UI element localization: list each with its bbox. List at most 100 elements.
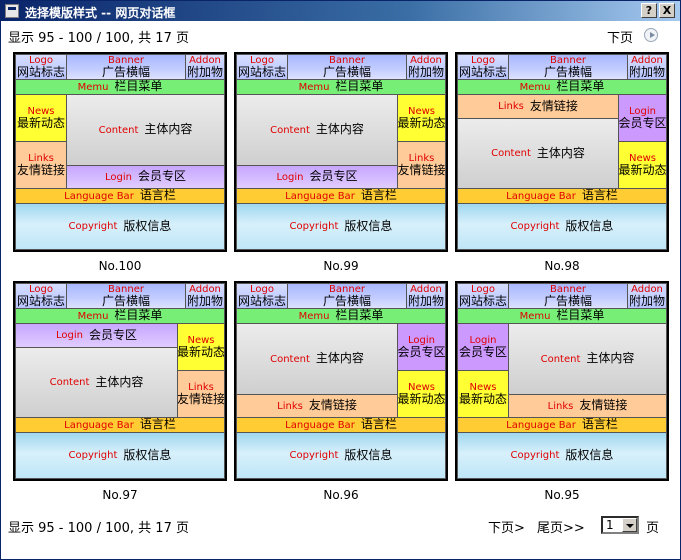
last-page-link[interactable]: 尾页>> bbox=[537, 517, 585, 536]
block-cn-label: 友情链接 bbox=[529, 98, 578, 113]
language-bar-block: Language Bar 语言栏 bbox=[15, 188, 225, 204]
template-card[interactable]: Logo 网站标志 Banner 广告横幅 Addon 附加物 Memu 栏目菜单 Lo… bbox=[13, 281, 227, 502]
block-en-label: Content bbox=[491, 148, 531, 159]
block-en-label: Language Bar bbox=[64, 190, 134, 202]
block-cn-label: 友情链接 bbox=[16, 162, 65, 177]
block-cn-label: 主体内容 bbox=[586, 351, 635, 366]
title-bar[interactable]: 选择模版样式 -- 网页对话框 ? X bbox=[1, 1, 680, 21]
block-cn-label: 语言栏 bbox=[139, 417, 176, 432]
help-button[interactable]: ? bbox=[641, 3, 657, 18]
news-block: News 最新动态 bbox=[397, 370, 446, 418]
block-cn-label: 语言栏 bbox=[139, 188, 176, 203]
block-cn-label: 版权信息 bbox=[123, 218, 172, 233]
template-card[interactable]: Logo 网站标志 Banner 广告横幅 Addon 附加物 Memu 栏目菜单 Li… bbox=[455, 52, 669, 273]
page-select[interactable]: 1 bbox=[601, 516, 639, 534]
block-cn-label: 最新动态 bbox=[177, 344, 225, 359]
block-cn-label: 附加物 bbox=[628, 64, 665, 79]
addon-block: Addon 附加物 bbox=[627, 54, 667, 80]
block-en-label: Login bbox=[56, 330, 83, 341]
block-cn-label: 广告横幅 bbox=[322, 293, 371, 308]
block-en-label: Copyright bbox=[510, 450, 560, 461]
block-cn-label: 会员专区 bbox=[618, 115, 667, 130]
block-cn-label: 广告横幅 bbox=[543, 293, 592, 308]
block-cn-label: 附加物 bbox=[186, 293, 223, 308]
next-arrow-icon[interactable] bbox=[644, 28, 658, 42]
block-en-label: Memu bbox=[519, 81, 551, 93]
template-thumbnail[interactable]: Logo 网站标志 Banner 广告横幅 Addon 附加物 Memu 栏目菜单 Co… bbox=[234, 281, 448, 481]
links-block: Links 友情链接 bbox=[177, 370, 225, 418]
block-cn-label: 附加物 bbox=[407, 64, 444, 79]
copyright-block: Copyright 版权信息 bbox=[15, 432, 225, 479]
block-cn-label: 版权信息 bbox=[565, 218, 614, 233]
block-cn-label: 语言栏 bbox=[360, 417, 397, 432]
block-cn-label: 最新动态 bbox=[618, 162, 667, 177]
template-card[interactable]: Logo 网站标志 Banner 广告横幅 Addon 附加物 Memu 栏目菜单 Ne… bbox=[13, 52, 227, 273]
news-block: News 最新动态 bbox=[15, 94, 67, 142]
template-label[interactable]: No.95 bbox=[455, 488, 669, 502]
block-cn-label: 附加物 bbox=[186, 64, 223, 79]
logo-block: Logo 网站标志 bbox=[457, 283, 509, 309]
template-label[interactable]: No.99 bbox=[234, 259, 448, 273]
block-cn-label: 栏目菜单 bbox=[556, 79, 605, 94]
copyright-block: Copyright 版权信息 bbox=[15, 203, 225, 250]
template-thumbnail[interactable]: Logo 网站标志 Banner 广告横幅 Addon 附加物 Memu 栏目菜单 Co… bbox=[234, 52, 448, 252]
block-en-label: Content bbox=[270, 353, 310, 365]
addon-block: Addon 附加物 bbox=[185, 283, 225, 309]
next-page-link-top[interactable]: 下页 bbox=[607, 27, 633, 46]
addon-block: Addon 附加物 bbox=[627, 283, 667, 309]
block-en-label: Memu bbox=[77, 81, 109, 93]
copyright-block: Copyright 版权信息 bbox=[236, 432, 446, 479]
block-cn-label: 网站标志 bbox=[237, 64, 286, 79]
dropdown-arrow-icon[interactable] bbox=[622, 518, 637, 532]
template-thumbnail[interactable]: Logo 网站标志 Banner 广告横幅 Addon 附加物 Memu 栏目菜单 Ne… bbox=[13, 52, 227, 252]
block-cn-label: 友情链接 bbox=[177, 391, 225, 406]
login-block: Login 会员专区 bbox=[236, 165, 398, 189]
template-card[interactable]: Logo 网站标志 Banner 广告横幅 Addon 附加物 Memu 栏目菜单 Lo… bbox=[455, 281, 669, 502]
menu-block: Memu 栏目菜单 bbox=[457, 79, 667, 95]
logo-block: Logo 网站标志 bbox=[15, 283, 67, 309]
login-block: Login 会员专区 bbox=[15, 323, 178, 348]
block-cn-label: 友情链接 bbox=[397, 162, 446, 177]
block-en-label: Content bbox=[270, 124, 310, 136]
block-cn-label: 最新动态 bbox=[397, 391, 446, 406]
news-block: News 最新动态 bbox=[618, 141, 667, 189]
content-block: Content 主体内容 bbox=[457, 118, 619, 189]
login-block: Login 会员专区 bbox=[618, 94, 667, 142]
next-page-link[interactable]: 下页> bbox=[488, 517, 525, 536]
block-cn-label: 友情链接 bbox=[308, 398, 357, 413]
template-thumbnail[interactable]: Logo 网站标志 Banner 广告横幅 Addon 附加物 Memu 栏目菜单 Lo… bbox=[455, 281, 669, 481]
window-icon bbox=[5, 4, 19, 18]
block-cn-label: 最新动态 bbox=[16, 115, 65, 130]
addon-block: Addon 附加物 bbox=[406, 54, 446, 80]
banner-block: Banner 广告横幅 bbox=[508, 283, 628, 309]
template-thumbnail[interactable]: Logo 网站标志 Banner 广告横幅 Addon 附加物 Memu 栏目菜单 Li… bbox=[455, 52, 669, 252]
template-card[interactable]: Logo 网站标志 Banner 广告横幅 Addon 附加物 Memu 栏目菜单 Co… bbox=[234, 281, 448, 502]
menu-block: Memu 栏目菜单 bbox=[15, 79, 225, 95]
menu-block: Memu 栏目菜单 bbox=[457, 308, 667, 324]
menu-block: Memu 栏目菜单 bbox=[236, 308, 446, 324]
block-cn-label: 语言栏 bbox=[581, 188, 618, 203]
language-bar-block: Language Bar 语言栏 bbox=[236, 417, 446, 433]
close-button[interactable]: X bbox=[659, 3, 675, 18]
block-cn-label: 栏目菜单 bbox=[335, 308, 384, 323]
block-en-label: Memu bbox=[298, 81, 330, 93]
content-block: Content 主体内容 bbox=[236, 94, 398, 166]
content-block: Content 主体内容 bbox=[15, 347, 178, 418]
template-label[interactable]: No.96 bbox=[234, 488, 448, 502]
banner-block: Banner 广告横幅 bbox=[66, 283, 186, 309]
block-cn-label: 网站标志 bbox=[16, 293, 65, 308]
block-cn-label: 版权信息 bbox=[344, 218, 393, 233]
template-card[interactable]: Logo 网站标志 Banner 广告横幅 Addon 附加物 Memu 栏目菜单 Co… bbox=[234, 52, 448, 273]
block-cn-label: 网站标志 bbox=[458, 293, 507, 308]
template-label[interactable]: No.100 bbox=[13, 259, 227, 273]
template-label[interactable]: No.98 bbox=[455, 259, 669, 273]
block-en-label: Language Bar bbox=[285, 419, 355, 431]
block-cn-label: 主体内容 bbox=[144, 122, 193, 137]
block-cn-label: 版权信息 bbox=[344, 447, 393, 462]
block-en-label: Copyright bbox=[68, 450, 118, 461]
block-en-label: Links bbox=[547, 400, 574, 412]
block-cn-label: 会员专区 bbox=[458, 344, 507, 359]
template-thumbnail[interactable]: Logo 网站标志 Banner 广告横幅 Addon 附加物 Memu 栏目菜单 Lo… bbox=[13, 281, 227, 481]
news-block: News 最新动态 bbox=[177, 323, 225, 371]
template-label[interactable]: No.97 bbox=[13, 488, 227, 502]
